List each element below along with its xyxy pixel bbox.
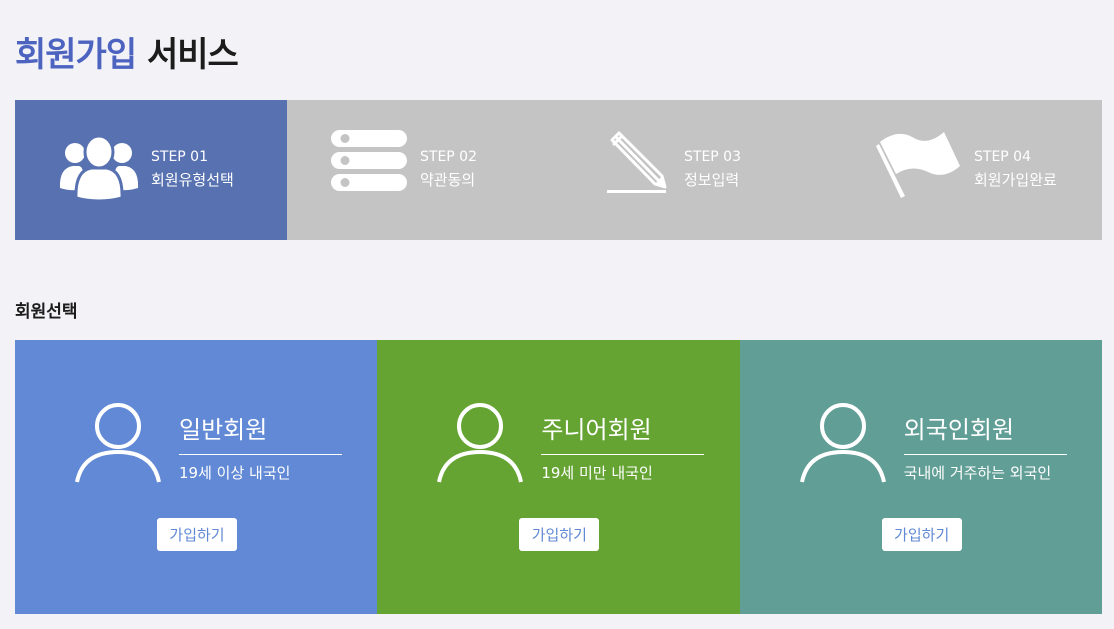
card-divider xyxy=(903,454,1067,455)
step-2-text: STEP 02 약관동의 xyxy=(420,148,477,190)
step-4-text: STEP 04 회원가입완료 xyxy=(974,148,1057,190)
card-divider xyxy=(541,454,705,455)
member-type-cards: 일반회원 19세 이상 내국인 가입하기 주니어회원 19세 미만 내국인 가입… xyxy=(15,340,1102,614)
flag-icon xyxy=(876,130,964,204)
step-4-label: 회원가입완료 xyxy=(974,171,1057,189)
join-button-junior[interactable]: 가입하기 xyxy=(519,518,600,551)
pencil-icon xyxy=(607,130,669,198)
step-2-label: 약관동의 xyxy=(420,171,476,189)
card-junior-member: 주니어회원 19세 미만 내국인 가입하기 xyxy=(377,340,740,614)
step-2: STEP 02 약관동의 xyxy=(287,100,559,240)
step-1-number: STEP 01 xyxy=(151,149,208,165)
user-icon xyxy=(798,402,888,488)
signup-steps: STEP 01 회원유형선택 STEP 02 약관동의 STEP 03 정보입력… xyxy=(15,100,1102,240)
card-title: 주니어회원 xyxy=(541,416,652,444)
step-3-label: 정보입력 xyxy=(684,171,740,189)
page-title-accent: 회원가입 xyxy=(15,35,137,75)
page-title-rest: 서비스 xyxy=(146,35,239,75)
step-3-number: STEP 03 xyxy=(684,149,741,165)
section-title: 회원선택 xyxy=(15,302,78,322)
join-button-foreign[interactable]: 가입하기 xyxy=(881,518,962,551)
users-icon xyxy=(59,134,139,208)
card-title: 외국인회원 xyxy=(903,416,1015,444)
step-1: STEP 01 회원유형선택 xyxy=(15,100,287,240)
card-description: 19세 이상 내국인 xyxy=(179,464,291,482)
step-3: STEP 03 정보입력 xyxy=(559,100,831,240)
step-1-text: STEP 01 회원유형선택 xyxy=(151,148,234,190)
card-description: 국내에 거주하는 외국인 xyxy=(903,464,1052,482)
page-title: 회원가입 서비스 xyxy=(15,30,239,80)
step-2-number: STEP 02 xyxy=(420,149,477,165)
card-general-member: 일반회원 19세 이상 내국인 가입하기 xyxy=(15,340,378,614)
join-button-general[interactable]: 가입하기 xyxy=(157,518,237,551)
step-3-text: STEP 03 정보입력 xyxy=(684,148,741,190)
card-foreign-member: 외국인회원 국내에 거주하는 외국인 가입하기 xyxy=(739,340,1102,614)
card-divider xyxy=(179,454,342,455)
user-icon xyxy=(73,402,163,488)
card-description: 19세 미만 내국인 xyxy=(541,464,653,482)
card-title: 일반회원 xyxy=(179,416,268,444)
step-4: STEP 04 회원가입완료 xyxy=(831,100,1102,240)
user-icon xyxy=(435,402,525,488)
step-4-number: STEP 04 xyxy=(974,149,1031,165)
list-icon xyxy=(331,130,407,196)
step-1-label: 회원유형선택 xyxy=(151,171,234,189)
